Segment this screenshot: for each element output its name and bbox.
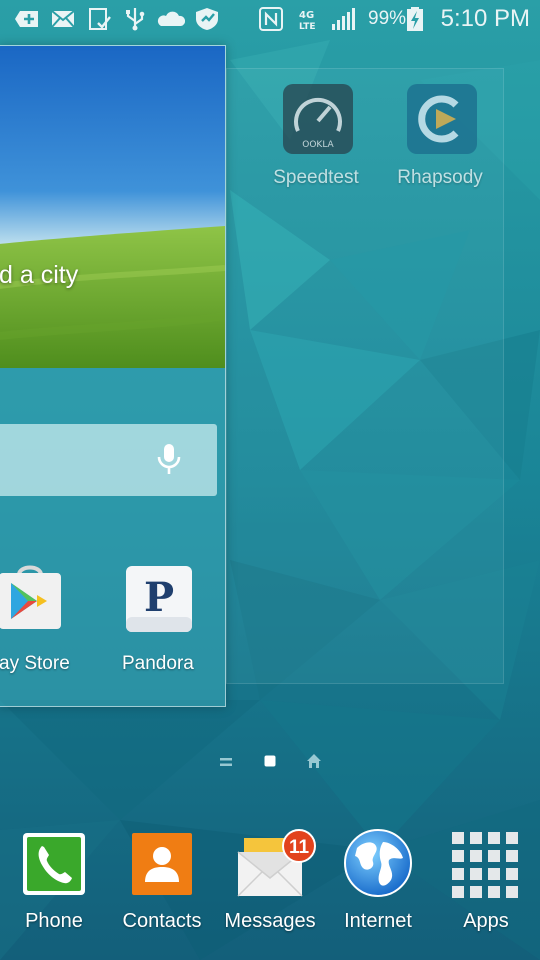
app-label: Pandora [122,653,194,674]
page-dot-icon[interactable] [264,755,276,767]
home-page-front[interactable]: d a city ay Store P Pandora [0,45,226,707]
battery-charging-icon [407,7,423,31]
weather-city-prompt[interactable]: d a city [0,261,78,290]
dock-label: Contacts [122,910,202,932]
shield-icon [196,8,218,30]
rhapsody-icon [407,84,477,154]
google-search-bar[interactable] [0,424,217,496]
play-store-icon [0,565,61,629]
weather-photo [0,46,225,368]
apps-grid-icon [452,832,518,898]
microphone-icon[interactable] [155,442,183,476]
signal-icon [332,8,355,30]
dock-label: Apps [463,910,509,932]
clock: 5:10 PM [440,5,530,32]
speedtest-icon: OOKLA [283,84,353,154]
dock-label: Internet [344,910,412,932]
pandora-icon: P [126,566,192,632]
dock-label: Phone [25,910,83,932]
usb-icon [126,8,145,31]
cloud-icon [157,11,185,26]
battery-percent: 99% [368,8,407,29]
speedtest-icon-text: OOKLA [302,140,334,150]
page-indicators [0,752,540,772]
app-rhapsody[interactable]: Rhapsody [397,83,483,188]
menu-indicator-icon[interactable] [219,755,233,769]
app-label: Speedtest [273,167,359,188]
app-label: Rhapsody [397,167,483,188]
status-bar: 4G LTE 99% 5:10 PM [0,0,540,38]
globe-icon [344,829,412,897]
app-label: ay Store [0,653,70,674]
clipboard-check-icon [89,8,111,30]
mail-icon [51,10,75,28]
home-indicator-icon[interactable] [306,753,322,769]
app-speedtest[interactable]: OOKLA Speedtest [273,83,359,188]
svg-text:LTE: LTE [299,22,316,31]
svg-text:4G: 4G [299,10,314,21]
dock-label: Messages [224,910,316,932]
svg-text:P: P [144,574,174,621]
unread-badge: 11 [282,829,316,863]
contacts-icon [132,833,192,895]
phone-icon [23,833,85,895]
add-icon [15,11,38,27]
nfc-icon [259,7,283,31]
home-page-background[interactable]: OOKLA Speedtest Rhapsody [226,68,504,684]
4g-lte-icon: 4G LTE [299,10,316,31]
